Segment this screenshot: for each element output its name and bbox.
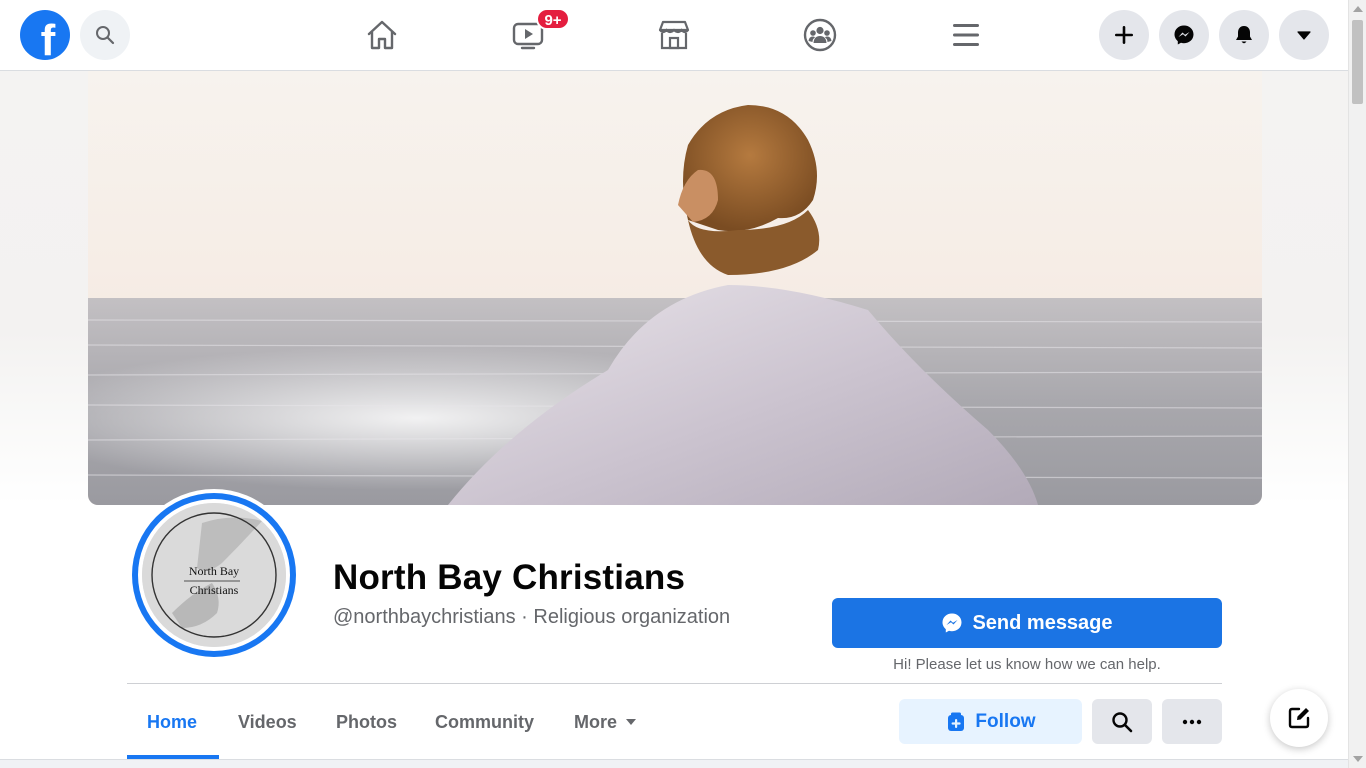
tab-more-label: More [574,712,618,732]
profile-picture-image: North Bay Christians [142,503,286,647]
send-message-label: Send message [972,611,1113,634]
scrollbar-thumb[interactable] [1352,20,1363,104]
new-message-button[interactable] [1270,689,1328,747]
plus-icon [1115,26,1133,44]
search-button[interactable] [80,10,130,60]
tabs-divider [127,683,1222,684]
profile-picture[interactable]: North Bay Christians [132,493,296,657]
content-area-edge [0,759,1348,768]
messenger-button[interactable] [1159,10,1209,60]
nav-marketplace-button[interactable] [653,14,695,56]
scroll-up-arrow[interactable] [1353,6,1363,12]
cover-photo[interactable] [88,70,1262,505]
scroll-down-arrow[interactable] [1353,756,1363,762]
follow-icon [948,712,965,731]
search-page-button[interactable] [1092,699,1152,744]
notifications-button[interactable] [1219,10,1269,60]
follow-button[interactable]: Follow [899,699,1082,744]
send-message-button[interactable]: Send message [832,598,1222,648]
tab-more[interactable]: More [574,700,637,744]
menu-icon [953,24,979,46]
marketplace-icon [658,20,690,50]
create-button[interactable] [1099,10,1149,60]
tab-videos[interactable]: Videos [238,700,297,744]
profile-picture-border: North Bay Christians [138,499,290,651]
ellipsis-icon [1182,719,1202,724]
tab-community[interactable]: Community [435,700,534,744]
nav-home-button[interactable] [361,14,403,56]
tab-home[interactable]: Home [147,700,197,744]
caret-down-icon [626,719,637,725]
messenger-icon [942,613,962,633]
groups-icon [803,18,837,52]
messenger-icon [1174,25,1194,45]
tab-photos[interactable]: Photos [336,700,397,744]
watch-notification-badge: 9+ [536,8,570,30]
page-handle-category: @northbaychristians · Religious organiza… [333,606,731,628]
cover-photo-image [88,70,1262,505]
account-button[interactable] [1279,10,1329,60]
bell-icon [1236,26,1252,44]
nav-menu-button[interactable] [945,14,987,56]
follow-label: Follow [975,710,1036,732]
avatar-text-line2: Christians [190,583,239,597]
message-help-text: Hi! Please let us know how we can help. [893,656,1161,673]
page-title: North Bay Christians [333,558,686,597]
home-icon [367,20,397,50]
page-scrollbar[interactable] [1348,0,1366,768]
avatar-text-line1: North Bay [189,564,239,578]
search-icon [1112,711,1133,732]
top-navigation-bar: f 9+ [0,0,1348,71]
facebook-logo-icon[interactable]: f [20,10,70,60]
caret-down-icon [1297,31,1311,40]
more-options-button[interactable] [1162,699,1222,744]
profile-logo-art: North Bay Christians [142,503,286,647]
nav-groups-button[interactable] [799,14,841,56]
facebook-logo-letter: f [40,16,56,60]
compose-icon [1288,707,1310,729]
search-icon [96,26,115,45]
